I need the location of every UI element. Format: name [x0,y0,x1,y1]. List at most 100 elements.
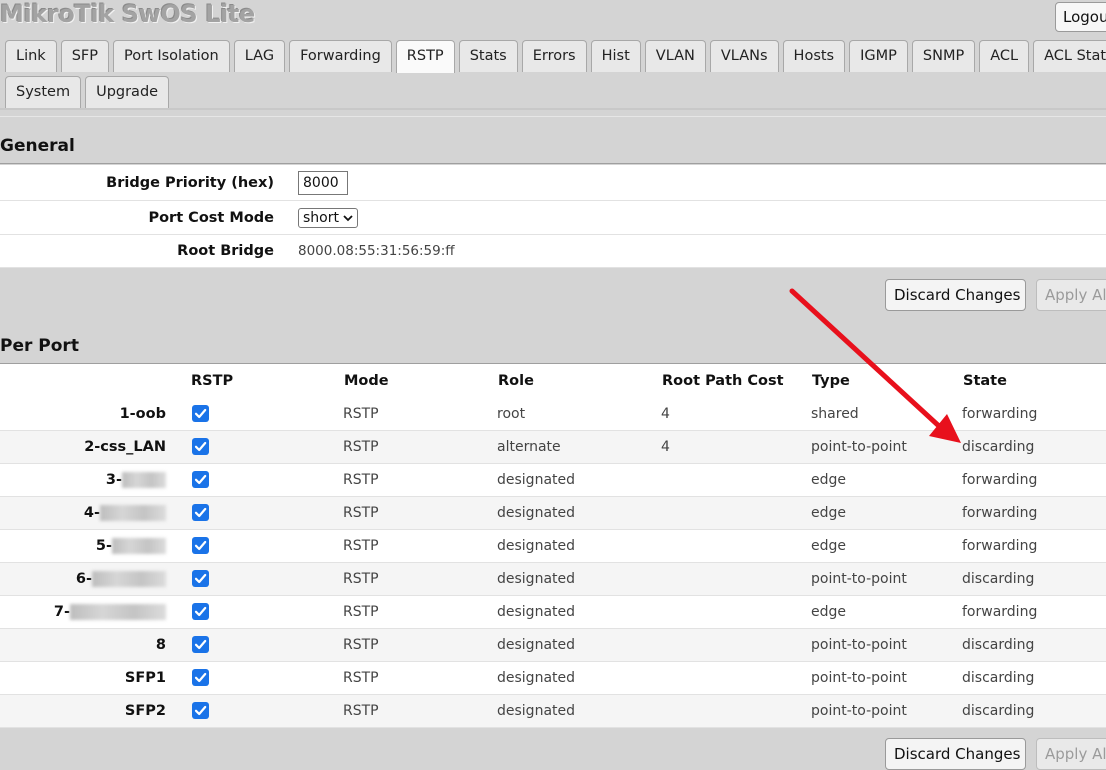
tab-hist[interactable]: Hist [590,40,641,72]
port-name: 6- [76,563,166,595]
cell-type: point-to-point [811,637,907,653]
rstp-checkbox[interactable] [192,702,209,719]
cell-mode: RSTP [343,703,379,719]
port-name: 5- [96,530,166,562]
port-name: SFP2 [124,703,166,719]
cell-mode: RSTP [343,505,379,521]
apply-all-button[interactable]: Apply All [1036,279,1106,311]
table-row: 4- RSTP designated edge forwarding [0,497,1106,530]
tab-bar-row-1: Link SFP Port Isolation LAG Forwarding RSTP St… [5,40,1106,73]
cell-role: designated [497,670,576,686]
cell-type: edge [811,472,846,488]
apply-all-button-bottom[interactable]: Apply All [1036,738,1106,770]
tab-vlan[interactable]: VLAN [644,40,706,72]
port-cost-mode-row: Port Cost Mode short [0,201,1106,235]
cell-state: discarding [962,571,1035,587]
checkmark-icon [194,672,207,683]
general-heading: General [0,136,1106,164]
tab-lag[interactable]: LAG [233,40,286,72]
bridge-priority-row: Bridge Priority (hex) [0,165,1106,201]
tab-vlans[interactable]: VLANs [709,40,779,72]
tab-rstp[interactable]: RSTP [395,40,455,73]
checkmark-icon [194,639,207,650]
rstp-checkbox[interactable] [192,669,209,686]
checkmark-icon [194,474,207,485]
cell-mode: RSTP [343,439,379,455]
rstp-checkbox[interactable] [192,603,209,620]
table-row: 8 RSTP designated point-to-point discarding [0,629,1106,662]
port-name: 3- [106,464,166,496]
tab-system[interactable]: System [5,76,82,108]
bridge-priority-label: Bridge Priority (hex) [106,174,274,191]
col-rstp: RSTP [191,373,234,389]
logout-button[interactable]: Logout [1055,2,1106,32]
col-role: Role [498,373,534,389]
discard-changes-button-bottom[interactable]: Discard Changes [885,738,1026,770]
table-row: SFP1 RSTP designated point-to-point discardi… [0,662,1106,695]
tab-upgrade[interactable]: Upgrade [85,76,170,108]
tab-snmp[interactable]: SNMP [911,40,976,72]
redacted-port-name [112,538,166,554]
tab-acl[interactable]: ACL [979,40,1030,72]
tab-bar-row-2: System Upgrade [5,76,170,108]
cell-state: discarding [962,670,1035,686]
tab-forwarding[interactable]: Forwarding [289,40,392,72]
checkmark-icon [194,408,207,419]
tab-link[interactable]: Link [5,40,57,72]
checkmark-icon [194,705,207,716]
port-cost-mode-label: Port Cost Mode [148,209,274,226]
cell-role: designated [497,538,576,554]
cell-type: point-to-point [811,571,907,587]
cell-type: shared [811,406,859,422]
port-name: 2-css_LAN [84,439,166,455]
cell-type: edge [811,538,846,554]
root-bridge-value: 8000.08:55:31:56:59:ff [298,243,455,259]
cell-state: forwarding [962,604,1038,620]
cell-mode: RSTP [343,406,379,422]
rstp-checkbox[interactable] [192,537,209,554]
checkmark-icon [194,441,207,452]
cell-type: point-to-point [811,439,907,455]
app-title: MikroTik SwOS Lite [0,0,255,28]
cell-mode: RSTP [343,604,379,620]
rstp-checkbox[interactable] [192,504,209,521]
cell-state: discarding [962,637,1035,653]
per-port-heading: Per Port [0,336,1106,364]
tab-acl-stats[interactable]: ACL Stats [1033,40,1106,72]
rstp-checkbox[interactable] [192,405,209,422]
tab-hosts[interactable]: Hosts [782,40,846,72]
tab-sfp[interactable]: SFP [60,40,109,72]
redacted-port-name [122,472,166,488]
table-row: 3- RSTP designated edge forwarding [0,464,1106,497]
col-mode: Mode [344,373,389,389]
cell-state: discarding [962,439,1035,455]
cell-cost: 4 [661,406,670,422]
table-row: 2-css_LAN RSTP alternate 4 point-to-point dis… [0,431,1106,464]
tab-stats[interactable]: Stats [458,40,518,72]
cell-role: root [497,406,526,422]
cell-mode: RSTP [343,670,379,686]
bridge-priority-input[interactable] [298,170,348,195]
tab-igmp[interactable]: IGMP [849,40,908,72]
cell-state: forwarding [962,505,1038,521]
cell-role: designated [497,571,576,587]
table-row: SFP2 RSTP designated point-to-point discardi… [0,695,1106,728]
tab-bar-divider-light [0,116,1106,117]
discard-changes-button[interactable]: Discard Changes [885,279,1026,311]
rstp-checkbox[interactable] [192,570,209,587]
cell-role: designated [497,703,576,719]
rstp-checkbox[interactable] [192,636,209,653]
cell-state: forwarding [962,538,1038,554]
port-name: 8 [155,637,166,653]
checkmark-icon [194,606,207,617]
tab-bar-divider [0,108,1106,110]
rstp-checkbox[interactable] [192,438,209,455]
rstp-checkbox[interactable] [192,471,209,488]
cell-type: edge [811,604,846,620]
port-cost-mode-select[interactable]: short [298,207,358,228]
cell-mode: RSTP [343,571,379,587]
tab-port-isolation[interactable]: Port Isolation [113,40,230,72]
table-row: 5- RSTP designated edge forwarding [0,530,1106,563]
tab-errors[interactable]: Errors [521,40,587,72]
root-bridge-row: Root Bridge 8000.08:55:31:56:59:ff [0,235,1106,268]
